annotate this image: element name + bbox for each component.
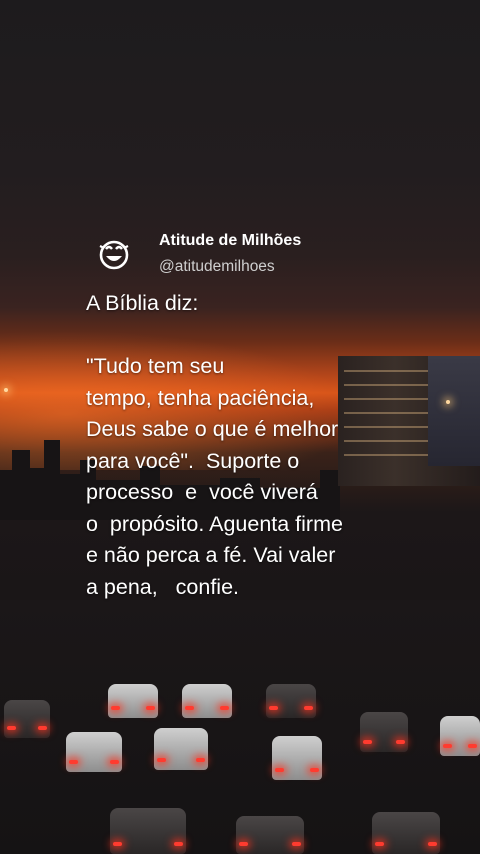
car bbox=[272, 736, 322, 780]
car bbox=[360, 712, 408, 752]
car bbox=[440, 716, 480, 756]
post-line: "Tudo tem seu bbox=[86, 354, 225, 378]
post-text: A Bíblia diz: "Tudo tem seu tempo, tenha… bbox=[86, 288, 426, 603]
post-line: tempo, tenha paciência, bbox=[86, 385, 315, 410]
car bbox=[4, 700, 50, 738]
account-handle[interactable]: @atitudemilhoes bbox=[159, 258, 275, 276]
post-line: Deus sabe o que é melhor bbox=[86, 417, 339, 441]
car bbox=[236, 816, 304, 854]
car bbox=[66, 732, 122, 772]
post-header: Atitude de Milhões @atitudemilhoes bbox=[96, 230, 456, 280]
post-line: o propósito. Aguenta firme bbox=[86, 511, 343, 536]
car bbox=[182, 684, 232, 718]
post-line: processo e você viverá bbox=[86, 480, 318, 504]
car bbox=[266, 684, 316, 718]
car bbox=[154, 728, 208, 770]
car bbox=[108, 684, 158, 718]
car bbox=[110, 808, 186, 854]
post-line: e não perca a fé. Vai valer bbox=[86, 543, 336, 567]
smiley-logo-icon[interactable] bbox=[96, 236, 132, 272]
post-intro: A Bíblia diz: bbox=[86, 291, 199, 315]
account-name[interactable]: Atitude de Milhões bbox=[159, 232, 301, 250]
post-line: para você". Suporte o bbox=[86, 448, 300, 473]
post-line: a pena, confie. bbox=[86, 574, 239, 599]
car bbox=[372, 812, 440, 854]
